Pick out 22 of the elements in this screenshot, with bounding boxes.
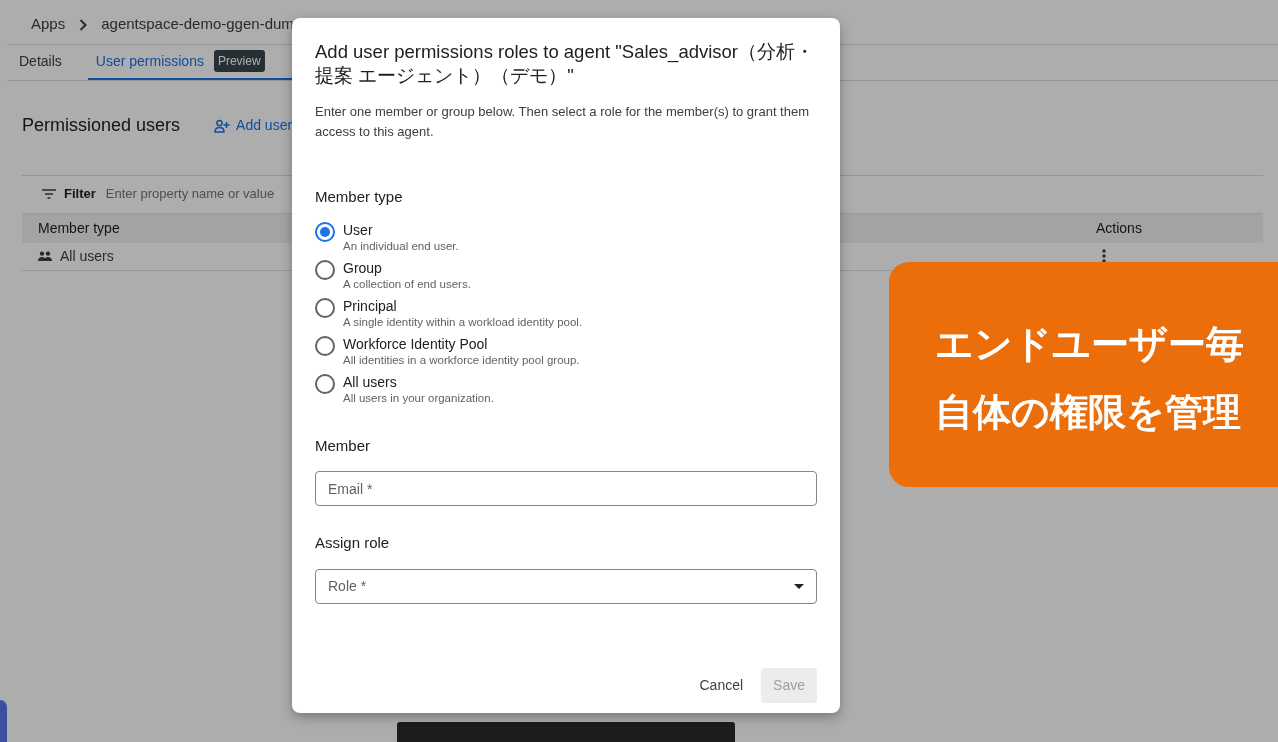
option-label: User [343, 220, 374, 239]
option-description: All users in your organization. [343, 390, 494, 405]
option-label: Workforce Identity Pool [343, 334, 489, 353]
option-label: Principal [343, 296, 398, 315]
option-description: An individual end user. [343, 238, 459, 253]
member-label: Member [315, 435, 371, 456]
option-label: All users [343, 372, 398, 391]
table-cell-text: All users [60, 246, 114, 266]
section-title: Permissioned users [22, 115, 181, 137]
callout-text: エンドユーザー毎 [935, 322, 1245, 367]
callout-text: 自体の権限を管理 [935, 390, 1242, 435]
filter-label: Filter [64, 185, 96, 204]
column-header: Actions [1096, 218, 1142, 238]
dialog-description: Enter one member or group below. Then select a role for the member(s) to grant them access to this agent. [315, 103, 810, 142]
option-description: All identities in a workforce identity pool group. [343, 352, 580, 367]
column-header: Member type [38, 219, 120, 236]
preview-badge: Preview [213, 50, 265, 72]
member-type-label: Member type [315, 187, 404, 208]
assign-role-label: Assign role [315, 533, 391, 554]
option-label: Group [343, 258, 383, 277]
option-description: A collection of end users. [343, 276, 471, 291]
option-description: A single identity within a workload identity pool. [343, 314, 583, 329]
